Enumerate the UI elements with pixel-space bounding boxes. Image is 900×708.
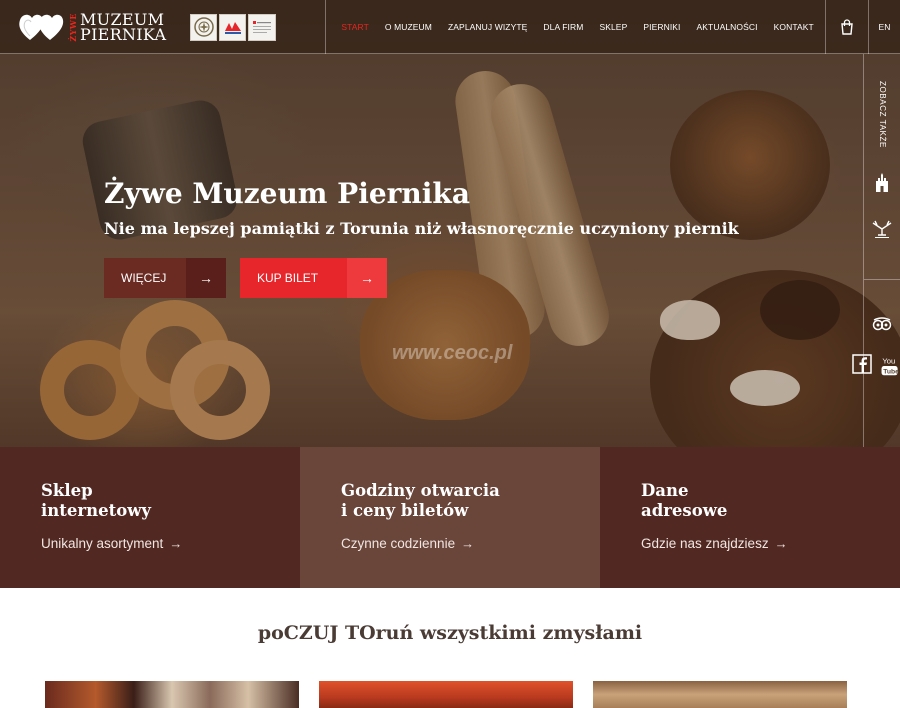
main-menu: START O MUZEUM ZAPLANUJ WIZYTĘ DLA FIRM … xyxy=(326,0,822,54)
tile-link[interactable]: Czynne codziennie → xyxy=(341,536,600,551)
tile-title: Godziny otwarcia i ceny biletów xyxy=(341,481,500,520)
hero-banner: www.ceoc.pl Żywe Muzeum Piernika Nie ma … xyxy=(0,0,900,447)
svg-text:Tube: Tube xyxy=(883,369,899,376)
tile-title: Dane adresowe xyxy=(641,481,728,520)
nav-o-muzeum[interactable]: O MUZEUM xyxy=(377,22,440,32)
gallery-card-image[interactable] xyxy=(593,681,847,708)
nav-dla-firm[interactable]: DLA FIRM xyxy=(535,22,591,32)
arrow-right-icon: → xyxy=(774,536,788,551)
arrow-right-icon: → xyxy=(347,258,387,298)
logo-text: MUZEUM PIERNIKA xyxy=(80,12,167,44)
tile-link[interactable]: Unikalny asortyment → xyxy=(41,536,300,551)
gallery-card-image[interactable] xyxy=(319,681,573,708)
museum-emblem-icon[interactable] xyxy=(864,210,900,246)
arrow-right-icon: → xyxy=(186,258,226,298)
see-also-label: ZOBACZ TAKŻE xyxy=(877,80,887,148)
top-navigation-bar: ŻYWE MUZEUM PIERNIKA START O MUZEUM ZAPL… xyxy=(0,0,900,54)
buy-ticket-button[interactable]: KUP BILET → xyxy=(240,258,387,298)
nav-start[interactable]: START xyxy=(333,22,377,32)
more-button-label: WIĘCEJ xyxy=(121,271,167,285)
gallery-card-image[interactable] xyxy=(45,681,299,708)
tile-opening-hours[interactable]: Godziny otwarcia i ceny biletów Czynne c… xyxy=(300,447,600,588)
section-title: poCZUJ TOruń wszystkimi zmysłami xyxy=(257,622,643,644)
more-button[interactable]: WIĘCEJ → xyxy=(104,258,226,298)
castle-icon[interactable] xyxy=(864,166,900,200)
partner-logo-torun-icon[interactable] xyxy=(219,13,247,41)
tripadvisor-icon[interactable] xyxy=(864,312,900,336)
nav-aktualnosci[interactable]: AKTUALNOŚCI xyxy=(689,22,766,32)
nav-zaplanuj-wizyte[interactable]: ZAPLANUJ WIZYTĘ xyxy=(440,22,535,32)
nav-sklep[interactable]: SKLEP xyxy=(591,22,635,32)
tile-address[interactable]: Dane adresowe Gdzie nas znajdziesz → xyxy=(600,447,900,588)
language-switch-en[interactable]: EN xyxy=(869,0,900,54)
hero-subtitle: Nie ma lepszej pamiątki z Torunia niż wł… xyxy=(104,219,739,238)
site-logo[interactable]: ŻYWE MUZEUM PIERNIKA xyxy=(0,0,327,54)
arrow-right-icon: → xyxy=(461,536,475,551)
hero-title: Żywe Muzeum Piernika xyxy=(104,177,470,210)
partner-logo-seal-icon[interactable] xyxy=(190,13,218,41)
partner-logo-organization-icon[interactable] xyxy=(248,13,277,41)
tile-title: Sklep internetowy xyxy=(41,481,151,520)
svg-text:You: You xyxy=(882,356,895,365)
sidebar-divider xyxy=(864,279,900,280)
tile-link[interactable]: Gdzie nas znajdziesz → xyxy=(641,536,900,551)
nav-pierniki[interactable]: PIERNIKI xyxy=(635,22,688,32)
arrow-right-icon: → xyxy=(169,536,183,551)
buy-ticket-button-label: KUP BILET xyxy=(257,271,319,285)
tile-online-shop[interactable]: Sklep internetowy Unikalny asortyment → xyxy=(0,447,300,588)
hearts-logo-icon xyxy=(18,12,64,42)
shopping-bag-icon[interactable] xyxy=(824,0,869,54)
see-also-sidebar: ZOBACZ TAKŻE You Tube xyxy=(852,54,900,447)
logo-line-2: PIERNIKA xyxy=(80,25,167,44)
youtube-icon[interactable]: You Tube xyxy=(872,352,900,380)
partner-logos xyxy=(190,13,277,41)
nav-kontakt[interactable]: KONTAKT xyxy=(766,22,822,32)
watermark: www.ceoc.pl xyxy=(392,342,513,364)
logo-zywe-text: ŻYWE xyxy=(68,12,78,42)
info-tiles: Sklep internetowy Unikalny asortyment → … xyxy=(0,447,900,588)
